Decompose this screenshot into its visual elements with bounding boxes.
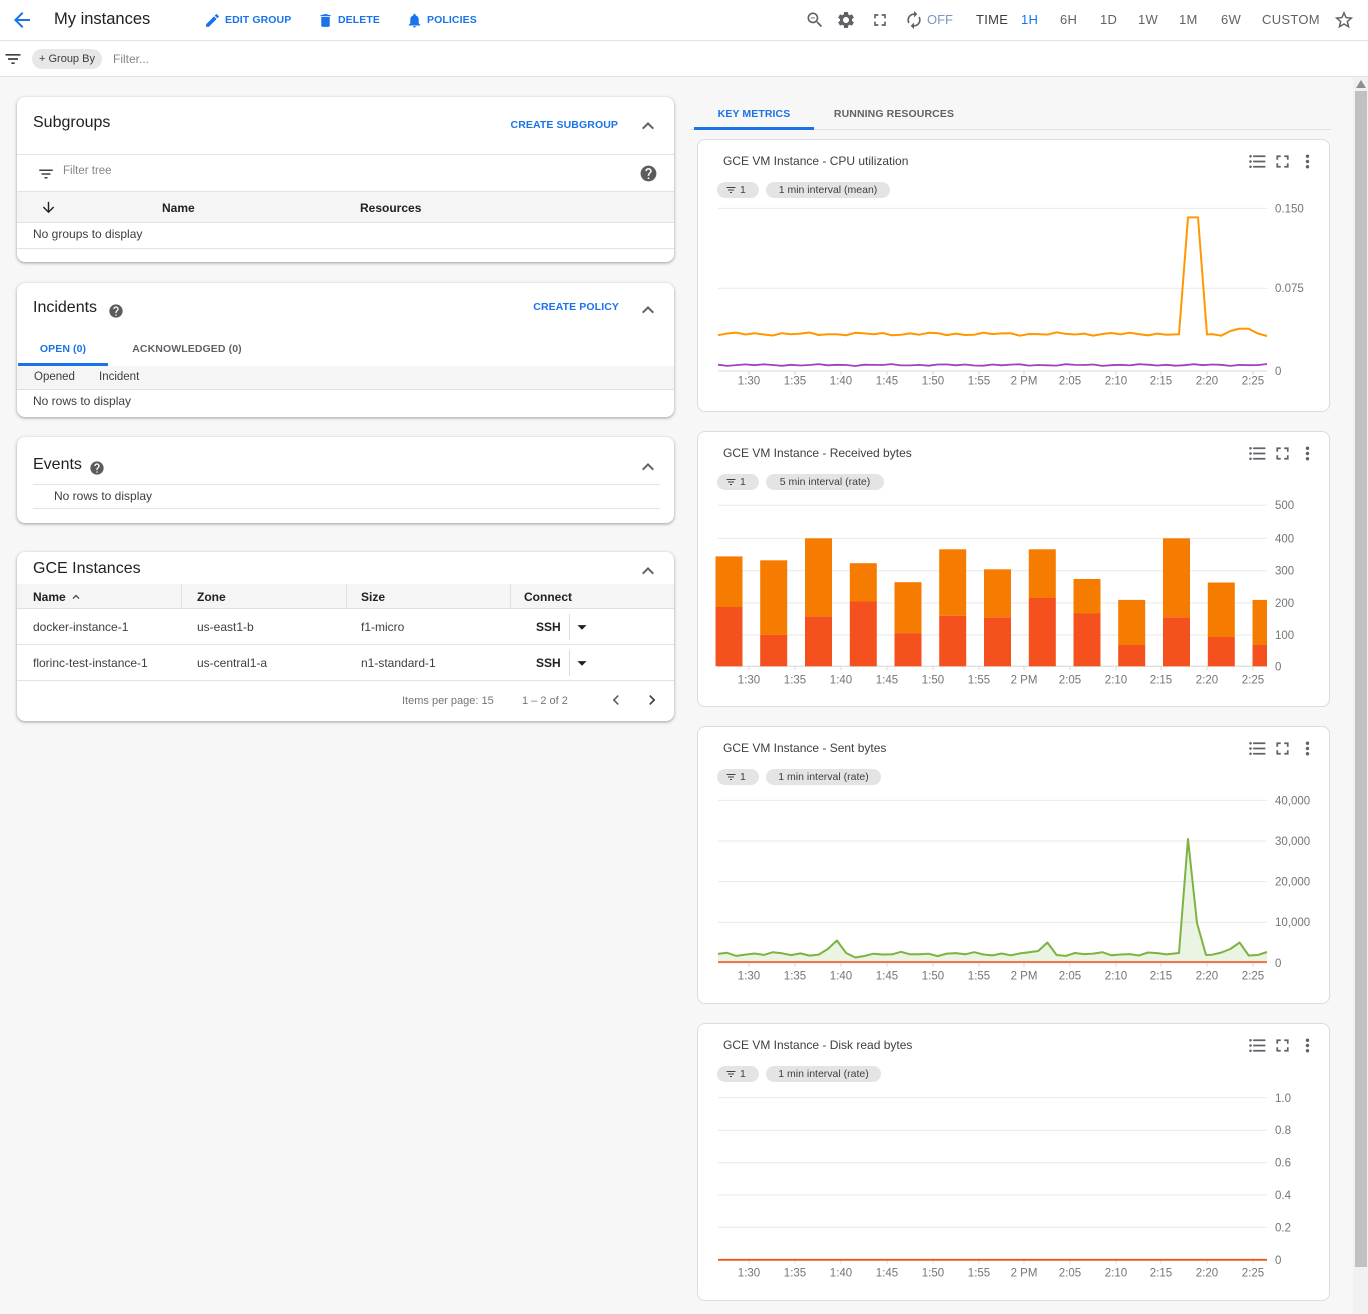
svg-text:2 PM: 2 PM (1011, 971, 1038, 983)
svg-text:1:55: 1:55 (968, 1268, 990, 1280)
svg-text:1:55: 1:55 (968, 675, 990, 687)
svg-text:1:30: 1:30 (738, 376, 760, 388)
svg-text:200: 200 (1275, 598, 1294, 610)
svg-text:20,000: 20,000 (1275, 877, 1310, 889)
svg-text:1:30: 1:30 (738, 1268, 760, 1280)
svg-text:1:55: 1:55 (968, 376, 990, 388)
svg-text:0.2: 0.2 (1275, 1222, 1291, 1234)
svg-text:1:50: 1:50 (922, 971, 944, 983)
svg-text:40,000: 40,000 (1275, 795, 1310, 807)
svg-text:2:20: 2:20 (1196, 1268, 1218, 1280)
svg-text:2:25: 2:25 (1242, 675, 1264, 687)
svg-text:0: 0 (1275, 958, 1281, 970)
svg-text:1:50: 1:50 (922, 376, 944, 388)
svg-text:2:25: 2:25 (1242, 971, 1264, 983)
svg-text:2:15: 2:15 (1150, 675, 1172, 687)
svg-text:100: 100 (1275, 630, 1294, 642)
svg-text:2:15: 2:15 (1150, 1268, 1172, 1280)
svg-text:1:40: 1:40 (830, 971, 852, 983)
svg-text:2:20: 2:20 (1196, 376, 1218, 388)
svg-text:300: 300 (1275, 566, 1294, 578)
svg-text:2:05: 2:05 (1059, 675, 1081, 687)
svg-text:2 PM: 2 PM (1011, 1268, 1038, 1280)
svg-text:1:45: 1:45 (876, 376, 898, 388)
svg-text:2:10: 2:10 (1105, 376, 1127, 388)
svg-text:1:30: 1:30 (738, 971, 760, 983)
svg-text:0.075: 0.075 (1275, 283, 1304, 295)
svg-text:2:15: 2:15 (1150, 376, 1172, 388)
svg-text:10,000: 10,000 (1275, 917, 1310, 929)
svg-text:0: 0 (1275, 1255, 1281, 1267)
svg-text:2:25: 2:25 (1242, 1268, 1264, 1280)
svg-text:2:05: 2:05 (1059, 376, 1081, 388)
svg-text:0: 0 (1275, 661, 1281, 673)
svg-text:400: 400 (1275, 533, 1294, 545)
svg-text:0.4: 0.4 (1275, 1190, 1292, 1202)
svg-text:2:20: 2:20 (1196, 675, 1218, 687)
svg-text:1:35: 1:35 (784, 1268, 806, 1280)
svg-text:0.8: 0.8 (1275, 1125, 1291, 1137)
svg-text:1:35: 1:35 (784, 971, 806, 983)
svg-text:1:45: 1:45 (876, 971, 898, 983)
svg-text:1:45: 1:45 (876, 1268, 898, 1280)
svg-text:2 PM: 2 PM (1011, 675, 1038, 687)
svg-text:2:10: 2:10 (1105, 675, 1127, 687)
svg-text:1:30: 1:30 (738, 675, 760, 687)
svg-text:0.150: 0.150 (1275, 203, 1304, 215)
svg-text:0: 0 (1275, 366, 1281, 378)
svg-text:1:40: 1:40 (830, 675, 852, 687)
svg-text:2:05: 2:05 (1059, 971, 1081, 983)
svg-text:1:35: 1:35 (784, 675, 806, 687)
svg-text:2:10: 2:10 (1105, 971, 1127, 983)
svg-text:1:35: 1:35 (784, 376, 806, 388)
svg-text:1:55: 1:55 (968, 971, 990, 983)
svg-text:500: 500 (1275, 500, 1294, 512)
svg-text:2:25: 2:25 (1242, 376, 1264, 388)
svg-text:1:50: 1:50 (922, 1268, 944, 1280)
svg-text:30,000: 30,000 (1275, 836, 1310, 848)
svg-text:2:05: 2:05 (1059, 1268, 1081, 1280)
svg-text:2:20: 2:20 (1196, 971, 1218, 983)
svg-text:1:45: 1:45 (876, 675, 898, 687)
svg-text:1:40: 1:40 (830, 376, 852, 388)
svg-text:2:15: 2:15 (1150, 971, 1172, 983)
svg-text:1.0: 1.0 (1275, 1093, 1291, 1105)
svg-text:2:10: 2:10 (1105, 1268, 1127, 1280)
svg-text:1:40: 1:40 (830, 1268, 852, 1280)
svg-text:1:50: 1:50 (922, 675, 944, 687)
svg-text:2 PM: 2 PM (1011, 376, 1038, 388)
svg-text:0.6: 0.6 (1275, 1158, 1291, 1170)
